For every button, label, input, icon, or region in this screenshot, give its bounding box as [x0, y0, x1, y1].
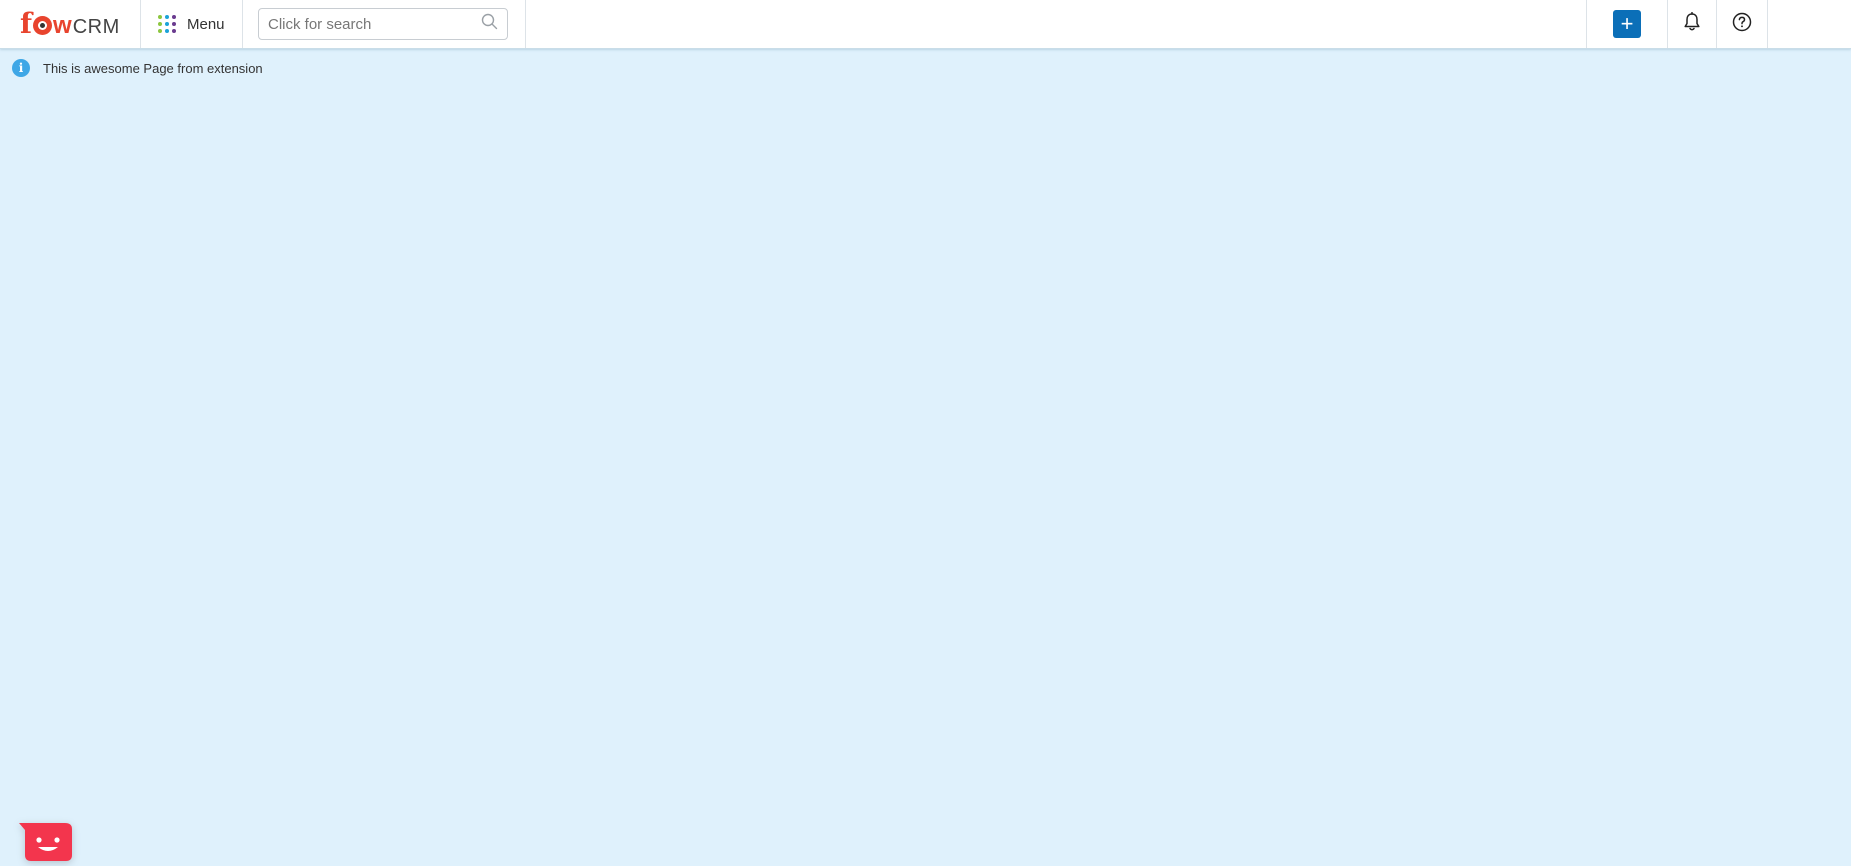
add-area: + [1586, 0, 1667, 48]
grid-dot [165, 15, 169, 19]
grid-dot [172, 15, 176, 19]
grid-dot [158, 29, 162, 33]
menu-label: Menu [187, 15, 225, 33]
app-grid-icon [158, 15, 176, 33]
grid-dot [158, 22, 162, 26]
chat-smiley-icon [19, 823, 72, 861]
info-notice: i This is awesome Page from extension [12, 59, 263, 77]
notice-text: This is awesome Page from extension [43, 60, 263, 76]
search-area [243, 0, 526, 48]
navbar-right-padding [1768, 0, 1851, 48]
logo-eye-icon [33, 16, 53, 35]
grid-dot [165, 29, 169, 33]
grid-dot [172, 22, 176, 26]
quick-create-button[interactable]: + [1613, 10, 1641, 38]
grid-dot [172, 29, 176, 33]
chat-widget-button[interactable] [19, 823, 72, 861]
search-box[interactable] [258, 8, 508, 40]
search-input[interactable] [268, 15, 481, 33]
help-circle-icon [1732, 12, 1752, 37]
info-icon: i [12, 59, 30, 77]
search-icon[interactable] [481, 13, 498, 35]
logo-link[interactable]: f w CRM [0, 0, 141, 48]
grid-dot [158, 15, 162, 19]
notifications-button[interactable] [1667, 0, 1716, 48]
bell-icon [1683, 11, 1701, 37]
menu-button[interactable]: Menu [141, 0, 243, 48]
fowcrm-logo: f w CRM [20, 7, 120, 40]
help-button[interactable] [1716, 0, 1768, 48]
navbar-spacer [526, 0, 1586, 48]
top-navbar: f w CRM Menu + [0, 0, 1851, 49]
grid-dot [165, 22, 169, 26]
